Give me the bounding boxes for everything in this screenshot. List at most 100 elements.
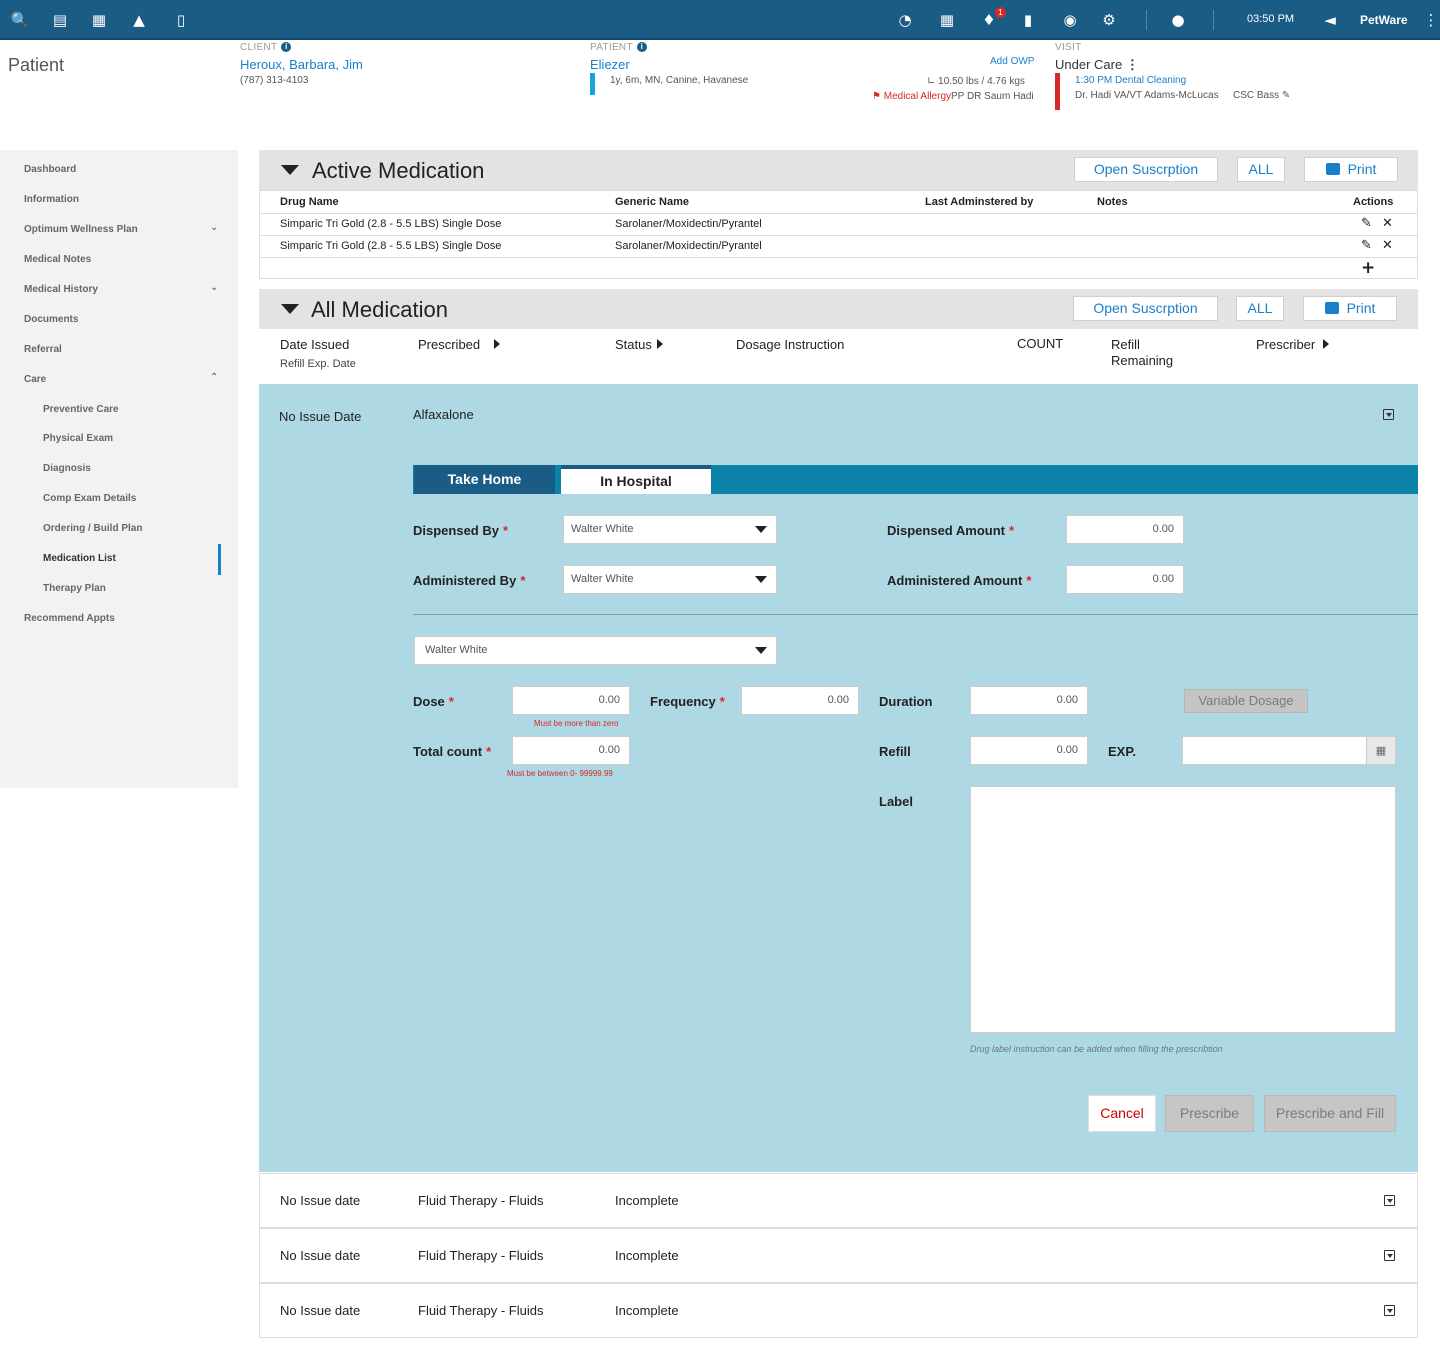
active-medication-table: Drug Name Generic Name Last Adminstered … xyxy=(259,190,1418,279)
collapse-icon[interactable] xyxy=(1383,409,1394,420)
column-header: Drug Name xyxy=(280,196,339,208)
drug-name: Fluid Therapy - Fluids xyxy=(418,1303,544,1318)
status-text: Incomplete xyxy=(615,1303,679,1318)
print-button[interactable]: Print xyxy=(1304,157,1398,182)
list-item[interactable]: No Issue date Fluid Therapy - Fluids Inc… xyxy=(259,1228,1418,1283)
gear-icon[interactable]: ⚙ xyxy=(1099,10,1119,30)
sort-arrow-icon[interactable] xyxy=(494,339,501,349)
refill-input[interactable]: 0.00 xyxy=(970,736,1088,765)
dispensed-amount-input[interactable]: 0.00 xyxy=(1066,515,1184,544)
info-icon[interactable]: i xyxy=(636,42,647,52)
column-dosage-instruction: Dosage Instruction xyxy=(736,337,845,352)
topbar-divider xyxy=(1213,10,1214,30)
all-button[interactable]: ALL xyxy=(1237,157,1285,182)
client-label: CLIENT i xyxy=(240,42,292,53)
sidebar-item-care[interactable]: Care xyxy=(24,374,46,385)
sidebar-item-recommend-appts[interactable]: Recommend Appts xyxy=(24,613,115,624)
sidebar-item-therapy-plan[interactable]: Therapy Plan xyxy=(43,583,106,594)
sidebar-item-medication-list[interactable]: Medication List xyxy=(43,553,116,564)
expand-icon[interactable] xyxy=(1384,1250,1395,1261)
dose-input[interactable]: 0.00 xyxy=(512,686,630,715)
more-icon[interactable]: ⋮ xyxy=(1421,10,1440,30)
column-header: Actions xyxy=(1353,196,1394,208)
users-icon[interactable]: ● xyxy=(1168,10,1188,30)
expand-icon[interactable] xyxy=(1384,1305,1395,1316)
chevron-down-icon[interactable]: ⌄ xyxy=(210,282,218,293)
variable-dosage-button[interactable]: Variable Dosage xyxy=(1184,689,1308,713)
label-textarea[interactable] xyxy=(970,786,1396,1033)
open-subscription-button[interactable]: Open Suscrption xyxy=(1074,157,1218,182)
sort-arrow-icon[interactable] xyxy=(656,339,663,349)
all-button[interactable]: ALL xyxy=(1236,296,1284,321)
chevron-down-icon[interactable]: ⌄ xyxy=(210,222,218,233)
list-item[interactable]: No Issue date Fluid Therapy - Fluids Inc… xyxy=(259,1173,1418,1228)
sidebar-item-preventive-care[interactable]: Preventive Care xyxy=(43,404,119,415)
tab-take-home[interactable]: Take Home xyxy=(414,465,555,494)
gift-icon[interactable]: ▤ xyxy=(50,10,70,30)
dispensed-by-select[interactable]: Walter White xyxy=(563,515,777,544)
pencil-icon[interactable]: ✎ xyxy=(1361,238,1372,253)
info-icon[interactable]: i xyxy=(281,42,292,52)
list-icon[interactable]: ▦ xyxy=(937,10,957,30)
refill-label: Refill xyxy=(879,744,911,759)
edit-icon[interactable]: ✎ xyxy=(1282,90,1290,101)
megaphone-icon[interactable]: ◄ xyxy=(1320,10,1340,30)
prescribe-and-fill-button[interactable]: Prescribe and Fill xyxy=(1264,1095,1396,1132)
calendar-icon[interactable]: ▦ xyxy=(89,10,109,30)
sidebar-item-physical-exam[interactable]: Physical Exam xyxy=(43,433,113,444)
appointment-link[interactable]: 1:30 PM Dental Cleaning xyxy=(1075,75,1186,86)
clock-time: 03:50 PM xyxy=(1247,13,1295,25)
sidebar-item-comp-exam-details[interactable]: Comp Exam Details xyxy=(43,493,136,504)
pencil-icon[interactable]: ✎ xyxy=(1361,216,1372,231)
tab-in-hospital[interactable]: In Hospital xyxy=(561,465,711,494)
chevron-up-icon[interactable]: ⌃ xyxy=(210,372,218,383)
patient-name-link[interactable]: Eliezer xyxy=(590,57,630,72)
more-icon[interactable]: ⋮ xyxy=(1126,57,1139,72)
total-count-input[interactable]: 0.00 xyxy=(512,736,630,765)
mobile-icon[interactable]: ▯ xyxy=(171,10,191,30)
duration-input[interactable]: 0.00 xyxy=(970,686,1088,715)
expand-icon[interactable] xyxy=(1384,1195,1395,1206)
close-icon[interactable]: ✕ xyxy=(1382,238,1393,253)
close-icon[interactable]: ✕ xyxy=(1382,216,1393,231)
sidebar-item-information[interactable]: Information xyxy=(24,194,79,205)
column-prescriber[interactable]: Prescriber xyxy=(1256,337,1330,352)
column-status[interactable]: Status xyxy=(615,337,663,352)
client-name-link[interactable]: Heroux, Barbara, Jim xyxy=(240,57,363,72)
frequency-input[interactable]: 0.00 xyxy=(741,686,859,715)
collapse-triangle-icon[interactable] xyxy=(281,304,299,314)
document-icon[interactable]: ▮ xyxy=(1018,10,1038,30)
page-title: Patient xyxy=(8,55,65,75)
globe-icon[interactable]: ◉ xyxy=(1060,10,1080,30)
flask-icon[interactable]: ▲ xyxy=(129,10,149,30)
sidebar-item-dashboard[interactable]: Dashboard xyxy=(24,164,76,175)
sidebar-item-medical-history[interactable]: Medical History xyxy=(24,284,98,295)
open-subscription-button[interactable]: Open Suscrption xyxy=(1073,296,1218,321)
plus-icon[interactable]: + xyxy=(1361,258,1375,278)
prescribe-button[interactable]: Prescribe xyxy=(1165,1095,1254,1132)
administered-amount-input[interactable]: 0.00 xyxy=(1066,565,1184,594)
sidebar-item-ordering-build-plan[interactable]: Ordering / Build Plan xyxy=(43,523,142,534)
sidebar-item-diagnosis[interactable]: Diagnosis xyxy=(43,463,91,474)
duration-label: Duration xyxy=(879,694,933,709)
generic-name: Sarolaner/Moxidectin/Pyrantel xyxy=(615,218,762,230)
list-item[interactable]: No Issue date Fluid Therapy - Fluids Inc… xyxy=(259,1283,1418,1338)
sidebar-item-referral[interactable]: Referral xyxy=(24,344,62,355)
allergy-link[interactable]: Medical Allergy xyxy=(884,91,951,102)
print-button[interactable]: Print xyxy=(1303,296,1397,321)
cancel-button[interactable]: Cancel xyxy=(1088,1095,1156,1132)
sort-arrow-icon[interactable] xyxy=(1323,339,1330,349)
add-owp-link[interactable]: Add OWP xyxy=(990,56,1034,67)
column-prescribed[interactable]: Prescribed xyxy=(418,337,501,352)
exp-date-input[interactable]: ▦ xyxy=(1182,736,1396,765)
issue-date: No Issue date xyxy=(280,1193,361,1208)
calendar-icon[interactable]: ▦ xyxy=(1366,737,1395,764)
sidebar-item-documents[interactable]: Documents xyxy=(24,314,78,325)
collapse-triangle-icon[interactable] xyxy=(281,165,299,175)
sidebar-item-optimum-wellness-plan[interactable]: Optimum Wellness Plan xyxy=(24,224,138,235)
sidebar-item-medical-notes[interactable]: Medical Notes xyxy=(24,254,91,265)
administered-by-select[interactable]: Walter White xyxy=(563,565,777,594)
prescriber-select[interactable]: Walter White xyxy=(414,636,777,665)
dashboard-icon[interactable]: ◔ xyxy=(895,10,915,30)
search-icon[interactable]: 🔍 xyxy=(10,10,30,30)
